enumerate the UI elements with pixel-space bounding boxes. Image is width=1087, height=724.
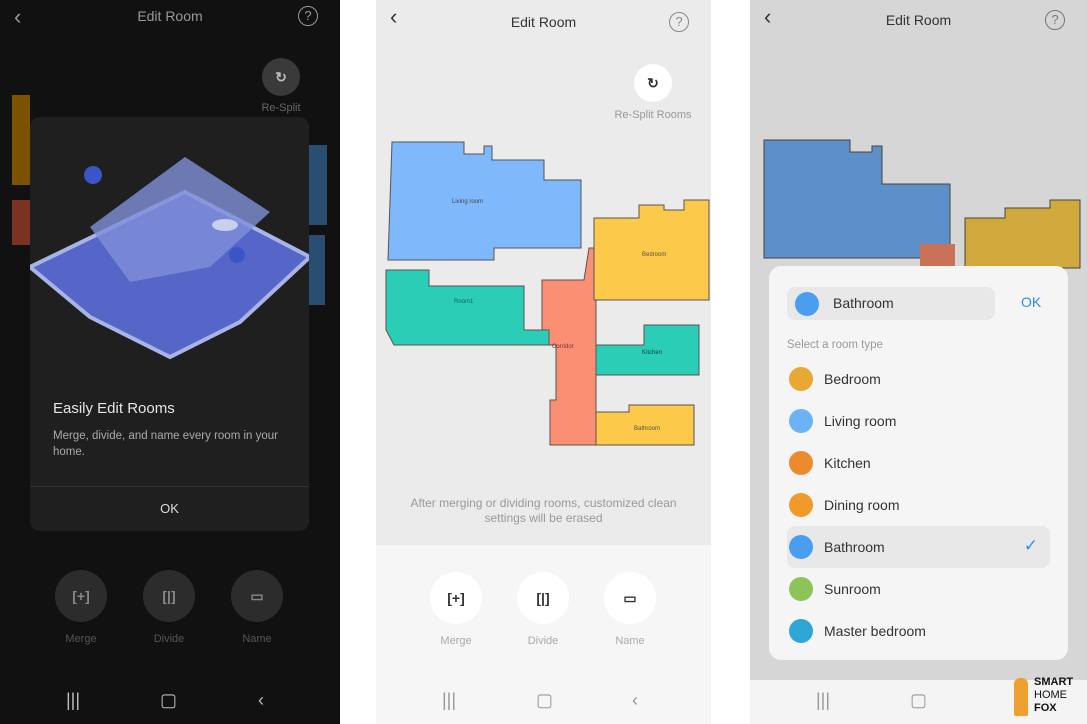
room-type-option[interactable]: Sunroom: [787, 568, 1050, 610]
system-nav-bar: ||| ▢ ‹: [0, 680, 340, 724]
dialog-ok-button[interactable]: OK: [30, 487, 309, 531]
room-label: Corridor: [552, 344, 574, 350]
header: ‹ Edit Room ?: [376, 0, 711, 40]
dialog-body: Merge, divide, and name every room in yo…: [53, 430, 278, 458]
system-nav-bar: ||| ▢ ‹: [376, 680, 711, 724]
recents-icon[interactable]: |||: [442, 690, 456, 711]
ok-button[interactable]: OK: [1021, 294, 1041, 310]
name-icon: ▭: [623, 590, 637, 606]
room-type-label: Bedroom: [824, 371, 881, 387]
page-title: Edit Room: [510, 14, 577, 30]
room-type-sheet: Bathroom OK Select a room type Bedroom Li…: [769, 266, 1068, 660]
room-name-value: Bathroom: [833, 295, 894, 311]
dining-room-icon: [789, 493, 813, 517]
kitchen-icon: [789, 451, 813, 475]
divide-label: Divide: [527, 635, 559, 647]
name-label: Name: [615, 635, 645, 647]
section-label: Select a room type: [787, 339, 883, 351]
page-title: Edit Room: [885, 12, 952, 28]
resplit-button[interactable]: ↻: [262, 58, 300, 96]
home-icon[interactable]: ▢: [160, 690, 177, 711]
room-type-option[interactable]: Living room: [787, 400, 1050, 442]
header: ‹ Edit Room ?: [750, 0, 1087, 40]
room-type-option[interactable]: Bathroom ✓: [787, 526, 1050, 568]
divide-icon: [|]: [162, 588, 176, 604]
room-type-option[interactable]: Dining room: [787, 484, 1050, 526]
room-label: Kitchen: [642, 350, 662, 356]
room-type-label: Kitchen: [824, 455, 871, 471]
divide-icon: [|]: [536, 590, 550, 606]
room-room1[interactable]: [385, 269, 550, 346]
dimmed-room-map: [763, 139, 1081, 269]
header: ‹ Edit Room ?: [0, 0, 340, 40]
home-icon[interactable]: ▢: [910, 690, 927, 711]
dialog-title: Easily Edit Rooms: [53, 400, 175, 417]
merge-icon: [+]: [72, 588, 90, 604]
room-name-field[interactable]: Bathroom: [787, 287, 995, 320]
intro-dialog: Easily Edit Rooms Merge, divide, and nam…: [30, 117, 309, 531]
room-map: Living room Bedroom Room1 Corridor Kitch…: [385, 141, 710, 446]
name-label: Name: [242, 633, 272, 645]
room-type-label: Master bedroom: [824, 623, 926, 639]
help-icon[interactable]: ?: [669, 12, 689, 32]
phone-screen-edit-map: ‹ Edit Room ? ↻ Re-Split Rooms Living ro…: [376, 0, 711, 724]
bedroom-icon: [789, 367, 813, 391]
resplit-button[interactable]: ↻: [634, 64, 672, 102]
recents-icon[interactable]: |||: [66, 690, 80, 711]
room-type-label: Bathroom: [824, 539, 885, 555]
room-type-label: Living room: [824, 413, 897, 429]
room-label: Living room: [452, 199, 483, 205]
phone-screen-dark-intro: ‹ Edit Room ? ↻ Re-Split Easily Edit Roo…: [0, 0, 340, 724]
master-bedroom-icon: [789, 619, 813, 643]
bathroom-icon: [795, 292, 819, 316]
living-room-icon: [789, 409, 813, 433]
room-bedroom[interactable]: [593, 199, 710, 301]
divide-button[interactable]: [|]: [517, 572, 569, 624]
merge-button[interactable]: [+]: [430, 572, 482, 624]
erase-warning: After merging or dividing rooms, customi…: [410, 496, 677, 525]
merge-label: Merge: [65, 633, 97, 645]
room-bathroom[interactable]: [595, 404, 695, 446]
room-living[interactable]: [387, 141, 582, 261]
room-label: Bathroom: [634, 426, 660, 432]
name-button[interactable]: ▭: [604, 572, 656, 624]
isometric-floorplan-illustration: [30, 157, 309, 360]
room-label: Room1: [454, 299, 474, 305]
fox-mascot-icon: [1014, 678, 1028, 716]
resplit-label: Re-Split: [261, 102, 301, 114]
nav-back-icon[interactable]: ‹: [632, 690, 638, 711]
page-title: Edit Room: [137, 8, 203, 24]
bathroom-icon: [789, 535, 813, 559]
help-icon[interactable]: ?: [298, 6, 318, 26]
name-button[interactable]: ▭: [231, 570, 283, 622]
smart-home-fox-logo: SMART HOME FOX: [1008, 676, 1086, 720]
merge-button[interactable]: [+]: [55, 570, 107, 622]
room-type-option[interactable]: Bedroom: [787, 358, 1050, 400]
sunroom-icon: [789, 577, 813, 601]
divide-label: Divide: [153, 633, 185, 645]
room-type-label: Sunroom: [824, 581, 881, 597]
divide-button[interactable]: [|]: [143, 570, 195, 622]
room-type-option[interactable]: Master bedroom: [787, 610, 1050, 652]
check-icon: ✓: [1023, 536, 1038, 555]
refresh-icon: ↻: [275, 69, 287, 85]
phone-screen-room-type: ‹ Edit Room ? Bathroom OK Select a room …: [750, 0, 1087, 724]
merge-icon: [+]: [447, 590, 465, 606]
refresh-icon: ↻: [647, 75, 659, 91]
help-icon[interactable]: ?: [1045, 10, 1065, 30]
room-type-option[interactable]: Kitchen: [787, 442, 1050, 484]
merge-label: Merge: [440, 635, 472, 647]
room-type-label: Dining room: [824, 497, 900, 513]
name-icon: ▭: [250, 588, 264, 604]
recents-icon[interactable]: |||: [816, 690, 830, 711]
nav-back-icon[interactable]: ‹: [258, 690, 264, 711]
room-label: Bedroom: [642, 252, 666, 258]
home-icon[interactable]: ▢: [536, 690, 553, 711]
